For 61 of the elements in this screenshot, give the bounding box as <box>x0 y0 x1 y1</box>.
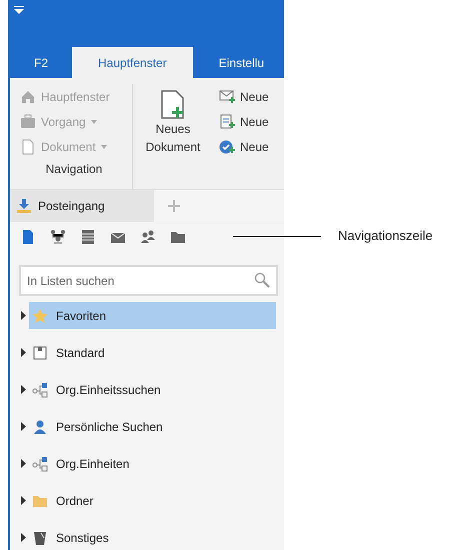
expander-icon <box>20 348 27 357</box>
expander-icon <box>20 385 27 394</box>
quick-access-icon <box>14 6 24 14</box>
tree-item-label: Persönliche Suchen <box>56 420 163 434</box>
document-plus-icon <box>160 90 186 120</box>
bin-icon <box>32 530 48 546</box>
expander-icon <box>20 311 27 320</box>
menu-item-label: Vorgang <box>41 114 86 128</box>
ribbon-tab[interactable]: F2 <box>10 47 72 78</box>
menu-item-label: Hauptfenster <box>41 90 110 104</box>
org-chart-icon <box>32 456 48 472</box>
document-icon <box>20 229 36 245</box>
expander-icon <box>20 533 27 542</box>
callout-label: Navigationszeile <box>338 228 433 243</box>
check-circle-icon <box>219 138 235 154</box>
menu-item-label: Neue <box>240 114 269 128</box>
tree-item[interactable]: Org.Einheitssuchen <box>29 376 276 403</box>
org-chart-icon <box>32 382 48 398</box>
expander-icon <box>20 496 27 505</box>
ribbon-menu-item[interactable]: Neue <box>219 109 269 134</box>
document-tab[interactable]: Posteingang <box>10 190 154 222</box>
download-icon <box>16 198 32 214</box>
tree-item[interactable]: Persönliche Suchen <box>29 413 276 440</box>
tree-item[interactable]: Org.Einheiten <box>29 450 276 477</box>
tree-item[interactable]: Favoriten <box>29 302 276 329</box>
menu-item-label: Neue <box>240 90 269 104</box>
person-icon <box>32 418 48 434</box>
menu-item-label: Dokument <box>41 140 96 154</box>
folder-icon <box>170 229 186 245</box>
menu-item-label: Neue <box>240 140 269 154</box>
tree-item[interactable]: Ordner <box>29 487 276 514</box>
new-document-button[interactable]: Neues Dokument <box>133 84 213 189</box>
tree-item-label: Org.Einheiten <box>56 456 130 470</box>
star-icon <box>32 308 48 324</box>
briefcase-icon <box>20 114 36 130</box>
plus-icon[interactable] <box>168 200 180 212</box>
house-icon <box>20 88 36 104</box>
tree-item-label: Ordner <box>56 494 94 508</box>
search-icon <box>254 272 270 288</box>
ribbon-menu-item[interactable]: Neue <box>219 134 269 159</box>
org-chart-icon <box>50 229 66 245</box>
tree-item[interactable]: Sonstiges <box>29 524 276 550</box>
tab-label: Posteingang <box>38 199 105 213</box>
ribbon-menu-item[interactable]: Neue <box>219 84 269 109</box>
tree-item-label: Standard <box>56 346 105 360</box>
ribbon-tab[interactable]: Einstellu <box>192 47 284 78</box>
form-plus-icon <box>219 114 235 130</box>
people-icon <box>140 229 156 245</box>
envelope-plus-icon <box>219 88 235 104</box>
window-icon <box>32 344 48 360</box>
expander-icon <box>20 422 27 431</box>
document-icon <box>20 138 36 154</box>
group-title: Navigation <box>44 162 104 176</box>
search-field[interactable]: In Listen suchen <box>19 265 278 296</box>
tree-item-label: Org.Einheitssuchen <box>56 382 161 396</box>
list-icon <box>80 229 96 245</box>
expander-icon <box>20 459 27 468</box>
ribbon-tab[interactable]: Hauptfenster <box>72 47 193 78</box>
tree-item[interactable]: Standard <box>29 339 276 366</box>
tree-item-label: Sonstiges <box>56 530 109 544</box>
tree-item-label: Favoriten <box>56 308 106 322</box>
